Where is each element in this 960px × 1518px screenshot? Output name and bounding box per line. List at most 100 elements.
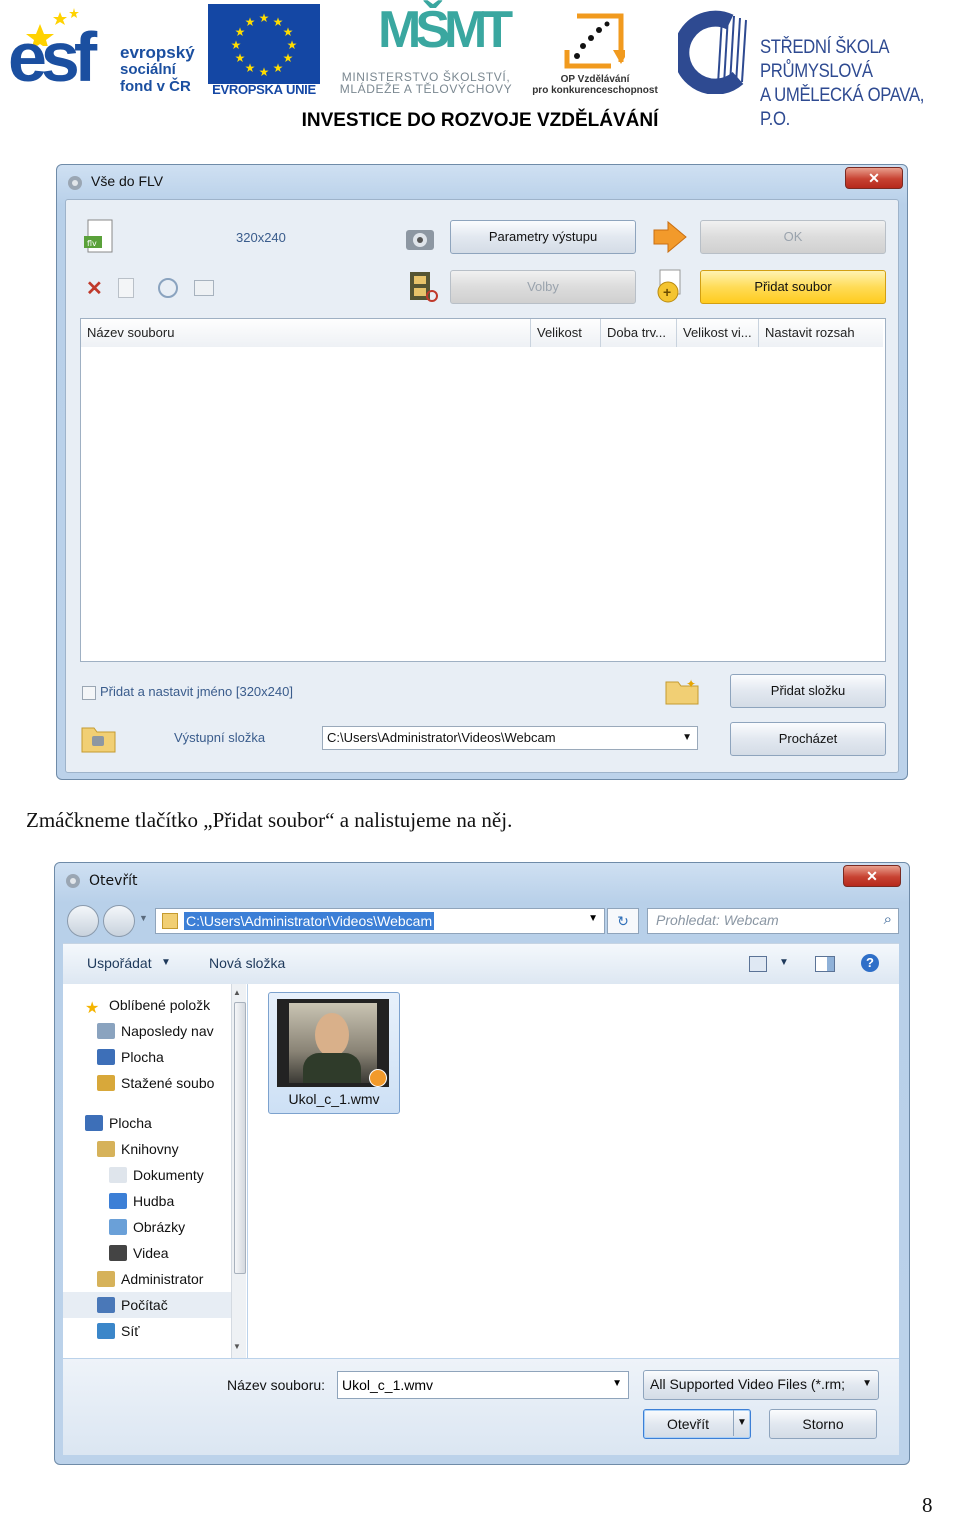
help-icon[interactable]: ? <box>861 954 879 972</box>
address-text[interactable]: C:\Users\Administrator\Videos\Webcam <box>184 912 435 930</box>
address-dropdown-icon[interactable]: ▼ <box>588 913 598 924</box>
page-number: 8 <box>922 1493 933 1517</box>
open-button[interactable]: Otevřít ▼ <box>643 1409 751 1439</box>
svg-text:★: ★ <box>283 25 294 39</box>
camera-settings-icon[interactable] <box>404 222 438 254</box>
add-file-icon: + <box>657 269 681 303</box>
desktop-icon <box>85 1115 103 1131</box>
add-folder-button[interactable]: Přidat složku <box>730 674 886 708</box>
nav-item-label: Naposledy nav <box>121 1023 214 1039</box>
history-chevron-icon[interactable]: ▼ <box>139 913 148 923</box>
nav-item-label: Knihovny <box>121 1141 179 1157</box>
svg-text:★: ★ <box>259 11 270 25</box>
nav-item[interactable]: Síť <box>63 1318 235 1344</box>
organize-menu[interactable]: Uspořádat <box>87 955 152 971</box>
output-path-select[interactable]: C:\Users\Administrator\Videos\Webcam ▼ <box>322 726 698 750</box>
options-button[interactable]: Volby <box>450 270 636 304</box>
flv-file-icon: flv <box>84 219 113 253</box>
back-button[interactable] <box>67 905 99 937</box>
filename-value[interactable]: Ukol_c_1.wmv <box>342 1377 433 1393</box>
nav-item[interactable]: Stažené soubo <box>63 1070 235 1096</box>
flv-converter-window: Vše do FLV ✕ flv 320x240 Parametry výstu… <box>56 164 908 780</box>
nav-item-label: Plocha <box>109 1115 152 1131</box>
scroll-up-icon[interactable]: ▲ <box>233 988 241 997</box>
dialog-footer: Název souboru: Ukol_c_1.wmv ▼ All Suppor… <box>63 1359 899 1455</box>
refresh-icon[interactable] <box>158 278 178 298</box>
nav-item-label: Obrázky <box>133 1219 186 1235</box>
msmt-caption: MINISTERSTVO ŠKOLSTVÍ, MLÁDEŽE A TĚLOVÝC… <box>339 70 513 96</box>
organize-chevron-icon[interactable]: ▼ <box>161 957 171 968</box>
output-parameters-button[interactable]: Parametry výstupu <box>450 220 636 254</box>
nav-item[interactable]: Plocha <box>63 1110 235 1136</box>
dialog-title: Otevřít <box>89 873 138 889</box>
svg-text:✦: ✦ <box>686 677 696 691</box>
output-folder-label: Výstupní složka <box>174 730 266 745</box>
nav-item[interactable]: Počítač <box>63 1292 235 1318</box>
output-folder-icon <box>81 727 116 753</box>
scroll-down-icon[interactable]: ▼ <box>233 1342 241 1351</box>
svg-text:★: ★ <box>273 61 284 75</box>
preview-pane-icon[interactable] <box>815 956 835 972</box>
search-icon[interactable]: ⌕ <box>884 911 892 928</box>
dialog-close-button[interactable]: ✕ <box>843 865 901 887</box>
eu-flag-icon: ★ ★ ★ ★ ★ ★ ★ ★ ★ ★ ★ ★ <box>208 4 320 84</box>
downloads-icon <box>97 1075 115 1091</box>
new-folder-button[interactable]: Nová složka <box>209 955 285 971</box>
svg-text:flv: flv <box>87 239 97 248</box>
file-type-filter[interactable]: All Supported Video Files (*.rm; ▼ <box>643 1370 879 1400</box>
video-thumbnail-icon <box>277 999 389 1087</box>
add-file-button[interactable]: Přidat soubor <box>700 270 886 304</box>
name-checkbox[interactable] <box>82 686 96 700</box>
nav-item[interactable]: Plocha <box>63 1044 235 1070</box>
filename-dropdown-icon[interactable]: ▼ <box>612 1378 622 1389</box>
column-header-filename[interactable]: Název souboru <box>81 319 531 347</box>
nav-scrollbar[interactable]: ▲ ▼ <box>231 984 246 1358</box>
desktop-icon <box>97 1049 115 1065</box>
nav-item[interactable]: Obrázky <box>63 1214 235 1240</box>
nav-item[interactable]: Hudba <box>63 1188 235 1214</box>
file-item[interactable]: Ukol_c_1.wmv <box>268 992 400 1114</box>
filter-dropdown-icon[interactable]: ▼ <box>862 1378 872 1389</box>
open-split-chevron-icon[interactable]: ▼ <box>733 1410 750 1436</box>
column-header-range[interactable]: Nastavit rozsah <box>759 319 883 347</box>
nav-item[interactable]: Dokumenty <box>63 1162 235 1188</box>
search-box[interactable]: Prohledat: Webcam ⌕ <box>647 908 899 934</box>
close-button[interactable]: ✕ <box>845 167 903 189</box>
nav-item[interactable]: Administrator <box>63 1266 235 1292</box>
nav-item-label: Síť <box>121 1323 140 1339</box>
scroll-thumb[interactable] <box>234 1002 246 1274</box>
view-chevron-icon[interactable]: ▼ <box>779 957 789 968</box>
film-cut-icon[interactable] <box>406 270 440 304</box>
window-icon[interactable] <box>194 280 214 296</box>
nav-item[interactable]: Videa <box>63 1240 235 1266</box>
file-area: Ukol_c_1.wmv <box>248 984 899 1358</box>
ok-button[interactable]: OK <box>700 220 886 254</box>
arrow-right-icon <box>653 220 687 254</box>
column-header-size[interactable]: Velikost <box>531 319 601 347</box>
nav-item-label: Oblíbené položk <box>109 997 211 1013</box>
address-bar[interactable]: C:\Users\Administrator\Videos\Webcam ▼ <box>155 908 605 934</box>
cancel-button[interactable]: Storno <box>769 1409 877 1439</box>
documents-icon <box>109 1167 127 1183</box>
nav-item[interactable]: ★ Oblíbené položk <box>63 992 235 1018</box>
file-remove-icon[interactable] <box>118 278 134 298</box>
libraries-icon <box>97 1141 115 1157</box>
flv-main-panel: flv 320x240 Parametry výstupu OK ✕ Volby… <box>65 199 899 773</box>
browse-button[interactable]: Procházet <box>730 722 886 756</box>
new-folder-icon: ✦ <box>665 677 699 705</box>
file-list[interactable]: Název souboru Velikost Doba trv... Velik… <box>80 318 886 662</box>
resolution-label: 320x240 <box>236 230 286 245</box>
investment-heading: INVESTICE DO ROZVOJE VZDĚLÁVÁNÍ <box>301 110 659 131</box>
forward-button[interactable] <box>103 905 135 937</box>
esf-subtitle: evropský sociální fond v ČR <box>120 43 195 95</box>
filename-input[interactable]: Ukol_c_1.wmv ▼ <box>337 1371 629 1399</box>
delete-icon[interactable]: ✕ <box>86 276 103 301</box>
column-header-duration[interactable]: Doba trv... <box>601 319 677 347</box>
refresh-icon[interactable]: ↻ <box>607 908 639 934</box>
nav-item[interactable]: Naposledy nav <box>63 1018 235 1044</box>
column-header-video-size[interactable]: Velikost vi... <box>677 319 759 347</box>
open-file-dialog: Otevřít ✕ ▼ C:\Users\Administrator\Video… <box>54 862 910 1465</box>
view-icon[interactable] <box>749 956 767 972</box>
svg-text:★: ★ <box>245 61 256 75</box>
nav-item[interactable]: Knihovny <box>63 1136 235 1162</box>
